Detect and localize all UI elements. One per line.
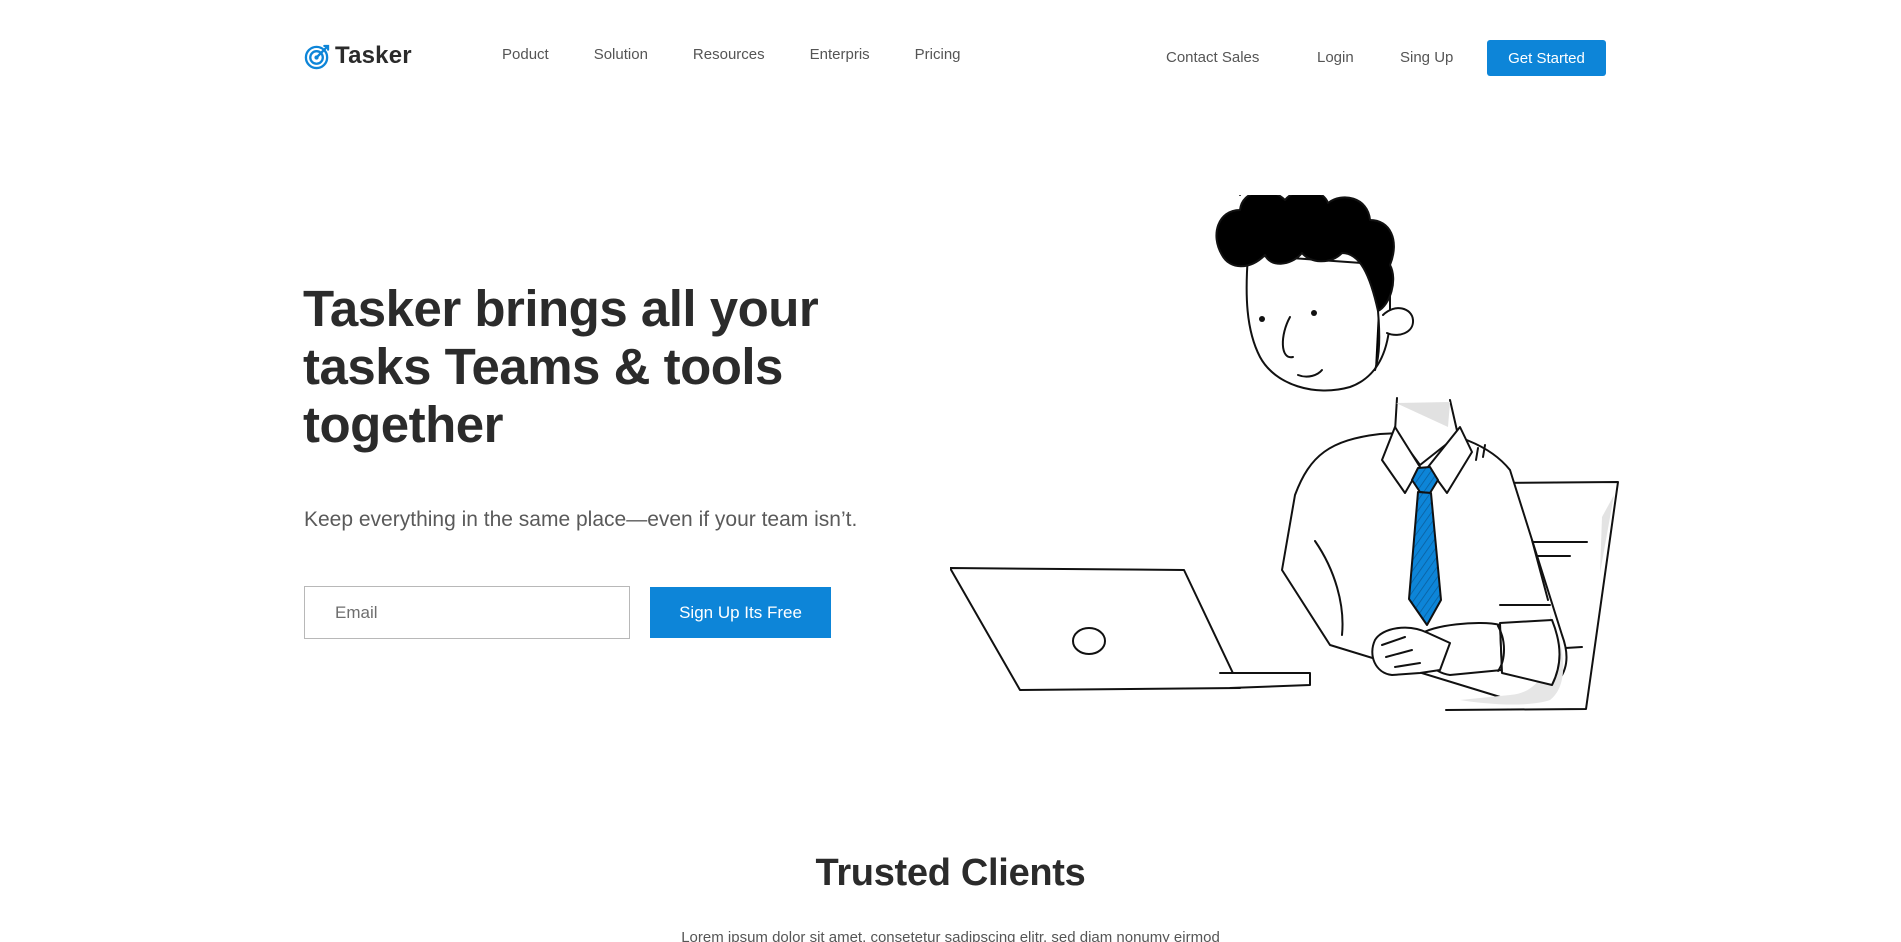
signup-free-button[interactable]: Sign Up Its Free xyxy=(650,587,831,638)
nav-link-solution[interactable]: Solution xyxy=(594,46,648,63)
email-input[interactable] xyxy=(304,586,630,639)
nav-link-resources[interactable]: Resources xyxy=(693,46,765,63)
clients-description: Lorem ipsum dolor sit amet, consetetur s… xyxy=(681,929,1220,942)
signup-link[interactable]: Sing Up xyxy=(1400,49,1453,66)
hero-title: Tasker brings all your tasks Teams & too… xyxy=(303,280,819,453)
landing-page: Tasker Poduct Solution Resources Enterpr… xyxy=(0,0,1901,942)
hero-illustration xyxy=(950,195,1619,711)
get-started-button[interactable]: Get Started xyxy=(1487,40,1606,76)
nav-link-pricing[interactable]: Pricing xyxy=(915,46,961,63)
target-icon xyxy=(304,44,330,69)
brand-name: Tasker xyxy=(335,42,412,69)
login-link[interactable]: Login xyxy=(1317,49,1354,66)
brand-logo[interactable]: Tasker xyxy=(304,42,412,70)
nav-link-product[interactable]: Poduct xyxy=(502,46,549,63)
nav-link-enterprise[interactable]: Enterpris xyxy=(810,46,870,63)
main-nav: Poduct Solution Resources Enterpris Pric… xyxy=(502,46,961,63)
clients-title: Trusted Clients xyxy=(815,852,1086,894)
hero-subtitle: Keep everything in the same place—even i… xyxy=(304,508,858,531)
contact-sales-link[interactable]: Contact Sales xyxy=(1166,49,1259,66)
